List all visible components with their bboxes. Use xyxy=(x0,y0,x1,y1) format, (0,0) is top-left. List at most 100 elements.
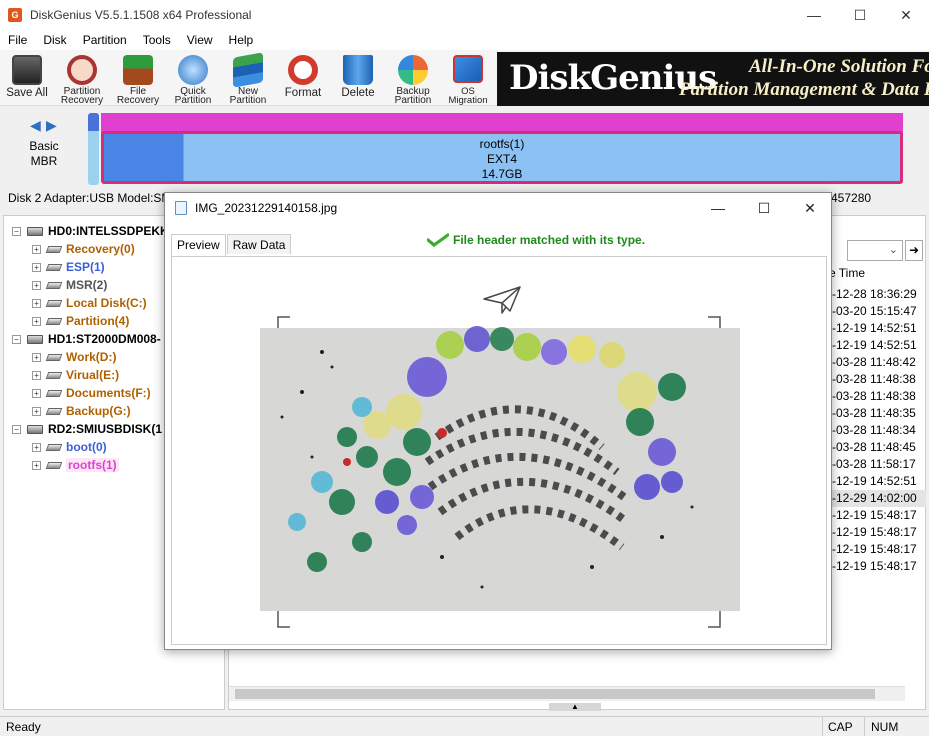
close-button[interactable]: ✕ xyxy=(883,0,929,30)
delete-button[interactable]: Delete xyxy=(331,53,385,105)
check-icon xyxy=(427,233,449,247)
tree-node-label: boot(0) xyxy=(66,440,107,454)
menu-disk[interactable]: Disk xyxy=(35,33,74,47)
file-time-cell[interactable]: -12-19 14:52:51 xyxy=(832,473,917,490)
file-time-cell[interactable]: -03-20 15:15:47 xyxy=(832,303,917,320)
file-time-cell[interactable]: -03-28 11:48:45 xyxy=(832,439,916,456)
tree-partition-node[interactable]: + MSR(2) xyxy=(32,276,107,294)
tree-node-label: rootfs(1) xyxy=(66,458,119,472)
tree-partition-node[interactable]: + rootfs(1) xyxy=(32,456,119,474)
tree-partition-node[interactable]: + ESP(1) xyxy=(32,258,105,276)
menu-view[interactable]: View xyxy=(179,33,221,47)
expand-icon[interactable]: + xyxy=(32,244,41,254)
menu-tools[interactable]: Tools xyxy=(135,33,179,47)
file-time-cell[interactable]: -03-28 11:58:17 xyxy=(832,456,916,473)
menu-help[interactable]: Help xyxy=(221,33,262,47)
dialog-tabs: Preview Raw Data xyxy=(171,234,292,256)
tree-node-label: Recovery(0) xyxy=(66,242,135,256)
file-time-cell[interactable]: -12-19 14:52:51 xyxy=(832,337,917,354)
expand-icon[interactable]: + xyxy=(32,388,41,398)
tab-raw-data[interactable]: Raw Data xyxy=(226,234,292,254)
maximize-button[interactable]: ☐ xyxy=(837,0,883,30)
file-time-cell[interactable]: -12-19 15:48:17 xyxy=(832,524,917,541)
tree-disk-node[interactable]: − HD1:ST2000DM008- xyxy=(12,330,161,348)
tree-partition-node[interactable]: + Recovery(0) xyxy=(32,240,135,258)
backup-partition-button[interactable]: Backup Partition xyxy=(386,53,440,106)
partition-icon xyxy=(45,353,63,361)
tree-partition-node[interactable]: + Virual(E:) xyxy=(32,366,119,384)
tree-partition-node[interactable]: + boot(0) xyxy=(32,438,107,456)
go-arrow-button[interactable]: ➜ xyxy=(905,240,923,261)
file-time-cell[interactable]: -03-28 11:48:42 xyxy=(832,354,916,371)
disk-scroll-indicator[interactable] xyxy=(88,113,99,185)
file-time-cell[interactable]: -12-19 14:52:51 xyxy=(832,320,917,337)
tree-node-label: HD1:ST2000DM008- xyxy=(48,332,161,346)
file-time-cell[interactable]: -12-19 15:48:17 xyxy=(832,558,917,575)
file-time-cell[interactable]: -03-28 11:48:34 xyxy=(832,422,916,439)
format-button[interactable]: Format xyxy=(276,53,330,105)
tree-partition-node[interactable]: + Documents(F:) xyxy=(32,384,151,402)
collapse-icon[interactable]: − xyxy=(12,424,21,434)
file-time-cell[interactable]: -12-28 18:36:29 xyxy=(832,286,917,303)
banner-tagline-2: Partition Management & Data Re xyxy=(679,79,929,100)
prev-disk-arrow-icon[interactable]: ◀ xyxy=(30,117,41,134)
tree-partition-node[interactable]: + Work(D:) xyxy=(32,348,116,366)
tree-partition-node[interactable]: + Local Disk(C:) xyxy=(32,294,147,312)
dialog-maximize-button[interactable]: ☐ xyxy=(741,193,787,223)
new-partition-button[interactable]: New Partition xyxy=(221,52,275,106)
tree-disk-node[interactable]: − HD0:INTELSSDPEKK xyxy=(12,222,169,240)
scrollbar-thumb[interactable] xyxy=(235,689,875,699)
tree-disk-node[interactable]: − RD2:SMIUSBDISK(1 xyxy=(12,420,162,438)
expand-icon[interactable]: + xyxy=(32,460,41,470)
file-time-cell[interactable]: -03-28 11:48:38 xyxy=(832,388,916,405)
expand-icon[interactable]: + xyxy=(32,370,41,380)
dialog-minimize-button[interactable]: — xyxy=(695,193,741,223)
image-preview-area xyxy=(171,256,827,645)
rootfs-partition-block[interactable]: rootfs(1) EXT4 14.7GB xyxy=(101,131,903,184)
expand-icon[interactable]: + xyxy=(32,280,41,290)
collapse-icon[interactable]: − xyxy=(12,226,21,236)
tree-node-label: Partition(4) xyxy=(66,314,130,328)
file-time-cell[interactable]: -12-19 15:48:17 xyxy=(832,507,917,524)
time-column-header[interactable]: e Time xyxy=(829,266,865,280)
partition-recovery-button[interactable]: Partition Recovery xyxy=(55,53,109,106)
tree-partition-node[interactable]: + Partition(4) xyxy=(32,312,129,330)
new-partition-icon xyxy=(233,52,263,88)
quick-partition-button[interactable]: Quick Partition xyxy=(166,53,220,106)
expand-icon[interactable]: + xyxy=(32,316,41,326)
file-time-cell[interactable]: -12-29 14:02:00 xyxy=(832,490,926,507)
expand-icon[interactable]: + xyxy=(32,442,41,452)
os-migration-button[interactable]: OS Migration xyxy=(441,53,495,105)
tab-preview[interactable]: Preview xyxy=(171,234,226,256)
disk-map-area: ◀ ▶ Basic MBR rootfs(1) EXT4 14.7GB xyxy=(0,107,929,187)
expand-icon[interactable]: + xyxy=(32,352,41,362)
collapse-icon[interactable]: − xyxy=(12,334,21,344)
expand-icon[interactable]: + xyxy=(32,406,41,416)
file-time-cell[interactable]: -03-28 11:48:38 xyxy=(832,371,916,388)
expand-icon[interactable]: + xyxy=(32,262,41,272)
menu-partition[interactable]: Partition xyxy=(75,33,135,47)
boot-partition-block[interactable] xyxy=(101,113,903,133)
tree-node-label: RD2:SMIUSBDISK(1 xyxy=(48,422,163,436)
tree-partition-node[interactable]: + Backup(G:) xyxy=(32,402,131,420)
minimize-button[interactable]: — xyxy=(791,0,837,30)
file-time-cell[interactable]: -12-19 15:48:17 xyxy=(832,541,917,558)
status-text: Ready xyxy=(6,720,41,734)
dialog-close-button[interactable]: ✕ xyxy=(787,193,833,223)
horizontal-scrollbar[interactable] xyxy=(229,686,905,701)
file-preview-dialog: IMG_20231229140158.jpg — ☐ ✕ Preview Raw… xyxy=(164,192,832,650)
save-all-button[interactable]: Save All xyxy=(0,53,54,105)
filter-dropdown[interactable]: ⌄ xyxy=(847,240,903,261)
menu-file[interactable]: File xyxy=(0,33,35,47)
file-time-cell[interactable]: -03-28 11:48:35 xyxy=(832,405,916,422)
file-recovery-button[interactable]: File Recovery xyxy=(111,53,165,106)
preview-canvas xyxy=(260,286,740,628)
window-title: DiskGenius V5.5.1.1508 x64 Professional xyxy=(30,8,252,22)
backup-partition-icon xyxy=(398,55,428,85)
partition-icon xyxy=(45,245,63,253)
partition-icon xyxy=(45,263,63,271)
expand-icon[interactable]: + xyxy=(32,298,41,308)
splitter-up-icon[interactable]: ▲ xyxy=(549,703,601,711)
next-disk-arrow-icon[interactable]: ▶ xyxy=(46,117,57,134)
hard-disk-icon xyxy=(27,334,43,344)
